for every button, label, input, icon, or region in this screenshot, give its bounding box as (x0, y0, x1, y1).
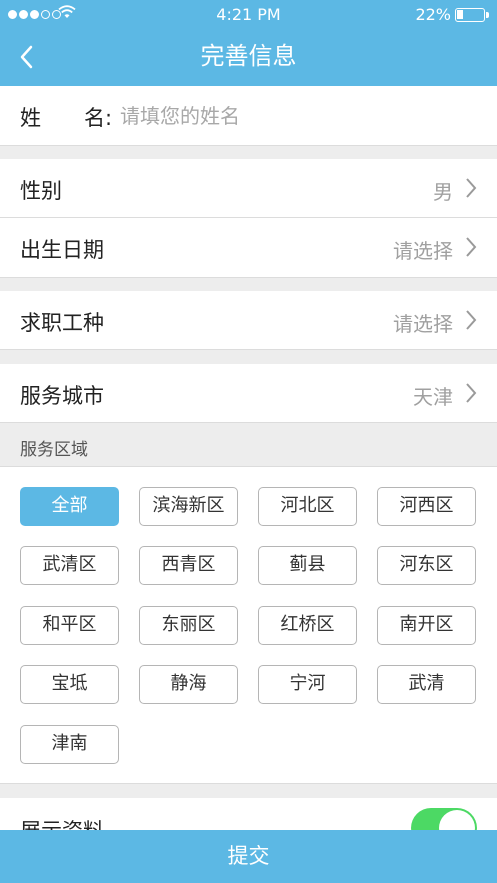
gender-value: 男 (433, 180, 453, 204)
job-type-label: 求职工种 (20, 311, 104, 335)
chevron-right-icon (465, 382, 477, 404)
area-chip[interactable]: 红桥区 (258, 606, 357, 645)
job-type-value: 请选择 (393, 312, 453, 336)
service-city-row[interactable]: 服务城市 天津 (0, 364, 497, 423)
app-header: 4:21 PM 22% 完善信息 (0, 0, 497, 86)
area-chip[interactable]: 蓟县 (258, 546, 357, 585)
birth-date-label: 出生日期 (20, 238, 104, 262)
battery-icon (455, 8, 489, 22)
area-chip[interactable]: 宝坻 (20, 665, 119, 704)
area-chip[interactable]: 津南 (20, 725, 119, 764)
birth-date-value: 请选择 (393, 239, 453, 263)
gender-label: 性别 (20, 179, 62, 203)
chevron-right-icon (465, 309, 477, 331)
area-chip[interactable]: 河东区 (377, 546, 476, 585)
chevron-right-icon (465, 236, 477, 258)
area-chip[interactable]: 全部 (20, 487, 119, 526)
name-input[interactable] (120, 100, 460, 132)
area-chip[interactable]: 河西区 (377, 487, 476, 526)
area-chip[interactable]: 宁河 (258, 665, 357, 704)
chevron-right-icon (465, 177, 477, 199)
submit-button[interactable]: 提交 (0, 830, 497, 883)
service-city-label: 服务城市 (20, 384, 104, 408)
area-chip[interactable]: 河北区 (258, 487, 357, 526)
birth-date-row[interactable]: 出生日期 请选择 (0, 218, 497, 278)
status-bar: 4:21 PM 22% (0, 0, 497, 30)
service-city-value: 天津 (413, 385, 453, 409)
name-label-surname: 姓 (20, 106, 41, 130)
page-title: 完善信息 (200, 42, 297, 70)
area-chip[interactable]: 滨海新区 (139, 487, 238, 526)
job-type-row[interactable]: 求职工种 请选择 (0, 291, 497, 350)
battery-percentage: 22% (415, 5, 451, 24)
gender-row[interactable]: 性别 男 (0, 159, 497, 218)
area-chip[interactable]: 南开区 (377, 606, 476, 645)
area-chip[interactable]: 静海 (139, 665, 238, 704)
name-row: 姓 名: (0, 86, 497, 146)
area-chip[interactable]: 武清区 (20, 546, 119, 585)
service-area-chips: 全部 滨海新区 河北区 河西区武清区 西青区 蓟县 河东区和平区 东丽区 红桥区 南开区宝坻 静海宁… (0, 466, 497, 784)
area-chip[interactable]: 东丽区 (139, 606, 238, 645)
service-area-label: 服务区域 (20, 440, 88, 460)
area-chip[interactable]: 武清 (377, 665, 476, 704)
area-chip[interactable]: 西青区 (139, 546, 238, 585)
area-chip[interactable]: 和平区 (20, 606, 119, 645)
name-label-given: 名: (84, 106, 113, 130)
